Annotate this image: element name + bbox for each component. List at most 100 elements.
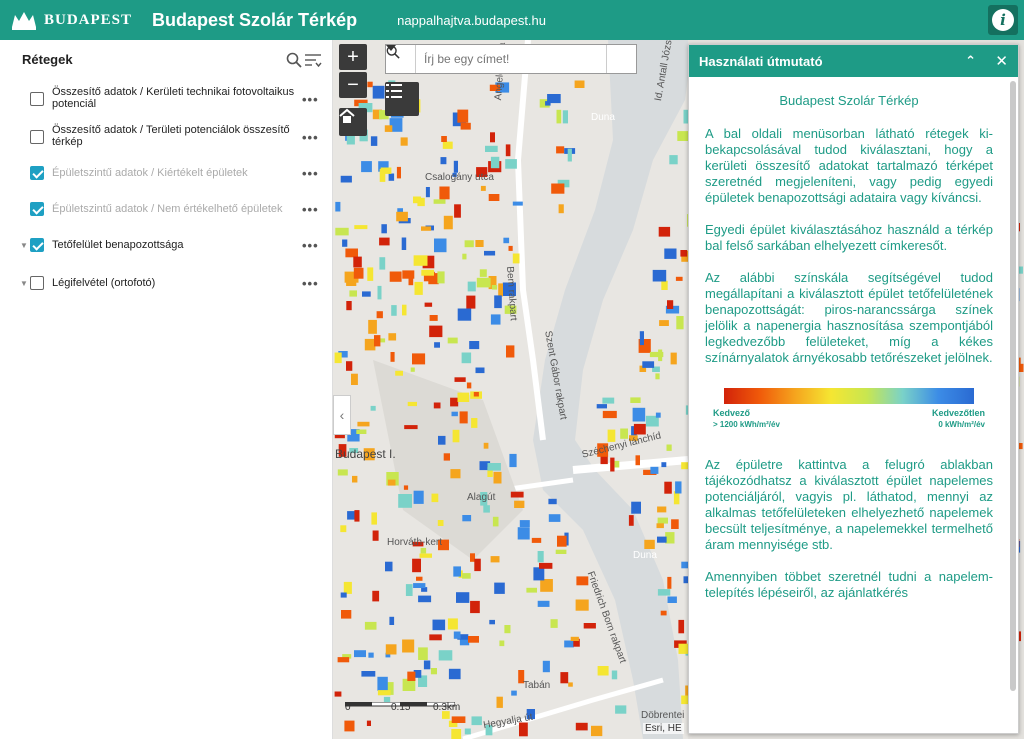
building-footprint[interactable] [429,315,438,321]
building-footprint[interactable] [533,567,545,581]
layer-row-orthophoto[interactable]: ▼ Légifelvétel (ortofotó) ••• [0,276,333,296]
building-footprint[interactable] [656,523,664,529]
building-footprint[interactable] [364,621,377,630]
building-footprint[interactable] [396,166,401,179]
building-footprint[interactable] [499,640,505,647]
address-search-input[interactable] [416,45,606,73]
building-footprint[interactable] [475,240,484,247]
building-footprint[interactable] [614,460,620,468]
building-footprint[interactable] [556,109,562,124]
building-footprint[interactable] [611,670,618,680]
building-footprint[interactable] [354,510,360,522]
building-footprint[interactable] [430,668,437,675]
building-footprint[interactable] [437,271,445,284]
building-footprint[interactable] [670,352,677,365]
building-footprint[interactable] [438,650,453,661]
building-footprint[interactable] [519,520,530,527]
building-footprint[interactable] [345,248,358,258]
building-footprint[interactable] [402,639,415,653]
building-footprint[interactable] [447,618,458,630]
building-footprint[interactable] [343,581,352,594]
more-options-icon[interactable]: ••• [302,238,319,253]
building-footprint[interactable] [642,361,655,368]
building-footprint[interactable] [335,227,349,236]
building-footprint[interactable] [492,516,499,527]
layer-row-evaluated-buildings[interactable]: Épületszintű adatok / Kiértékelt épülete… [0,166,333,186]
building-footprint[interactable] [395,370,403,376]
building-footprint[interactable] [470,600,480,614]
building-footprint[interactable] [454,204,461,218]
building-footprint[interactable] [464,240,474,248]
building-footprint[interactable] [404,425,418,430]
building-footprint[interactable] [439,186,450,200]
building-footprint[interactable] [659,320,669,326]
building-footprint[interactable] [540,579,553,592]
building-footprint[interactable] [550,619,558,628]
building-footprint[interactable] [341,610,352,619]
building-footprint[interactable] [370,136,378,146]
building-footprint[interactable] [413,583,426,588]
filter-icon[interactable] [304,52,322,68]
building-footprint[interactable] [471,418,478,428]
building-footprint[interactable] [667,576,672,589]
building-footprint[interactable] [457,308,472,321]
building-footprint[interactable] [667,596,677,604]
building-footprint[interactable] [667,300,674,309]
building-footprint[interactable] [630,397,641,403]
layer-list-button[interactable] [385,82,419,116]
building-footprint[interactable] [396,211,408,222]
guide-scrollbar[interactable] [1010,81,1016,691]
building-footprint[interactable] [531,537,542,543]
building-footprint[interactable] [410,367,415,372]
building-footprint[interactable] [416,576,423,581]
building-footprint[interactable] [417,197,425,207]
layer-checkbox-orthophoto[interactable] [30,276,44,290]
building-footprint[interactable] [483,505,490,513]
map-attribution[interactable]: Esri, HE [643,723,684,734]
building-footprint[interactable] [505,159,517,169]
building-footprint[interactable] [462,573,471,579]
budapest-logo[interactable]: BUDAPEST [10,9,132,31]
collapse-panel-button[interactable]: ‹ [333,395,351,435]
building-footprint[interactable] [466,382,472,389]
building-footprint[interactable] [620,428,628,439]
building-footprint[interactable] [655,373,660,380]
building-footprint[interactable] [664,481,672,494]
building-footprint[interactable] [450,397,459,407]
building-footprint[interactable] [384,125,393,132]
building-footprint[interactable] [459,411,468,424]
building-footprint[interactable] [583,623,596,629]
building-footprint[interactable] [557,535,567,547]
building-footprint[interactable] [680,250,688,257]
building-footprint[interactable] [470,553,475,562]
layer-checkbox-area-potential[interactable] [30,130,44,144]
building-footprint[interactable] [366,720,371,726]
building-footprint[interactable] [487,463,501,471]
building-footprint[interactable] [676,316,684,330]
building-footprint[interactable] [376,311,383,319]
building-footprint[interactable] [652,269,667,282]
building-footprint[interactable] [379,257,386,270]
building-footprint[interactable] [664,248,677,259]
building-footprint[interactable] [493,471,502,484]
building-footprint[interactable] [526,587,537,593]
building-footprint[interactable] [675,481,682,494]
building-footprint[interactable] [405,584,413,596]
building-footprint[interactable] [401,237,407,251]
building-footprint[interactable] [372,85,385,99]
building-footprint[interactable] [349,290,357,297]
building-footprint[interactable] [564,640,574,648]
building-footprint[interactable] [434,342,440,348]
building-footprint[interactable] [379,237,390,246]
building-footprint[interactable] [362,291,371,297]
building-footprint[interactable] [434,238,447,253]
building-footprint[interactable] [602,397,615,404]
building-footprint[interactable] [368,652,374,658]
building-footprint[interactable] [475,367,485,374]
building-footprint[interactable] [512,253,520,264]
building-footprint[interactable] [418,595,432,603]
building-footprint[interactable] [334,691,342,697]
building-footprint[interactable] [491,285,498,290]
building-footprint[interactable] [418,647,428,660]
building-footprint[interactable] [633,423,646,435]
